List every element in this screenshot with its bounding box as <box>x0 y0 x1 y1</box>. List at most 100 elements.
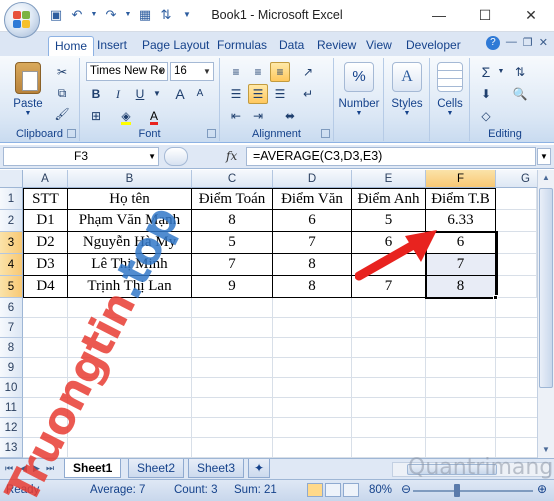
cell-c2[interactable]: 8 <box>192 210 273 232</box>
column-header-g[interactable]: G <box>496 170 537 188</box>
cell-b2[interactable]: Phạm Văn Mạnh <box>68 210 192 232</box>
cell-e3[interactable]: 6 <box>352 232 426 254</box>
underline-dropdown-icon[interactable]: ▼ <box>152 84 162 104</box>
row-header-1[interactable]: 1 <box>0 188 23 210</box>
alignment-launcher-icon[interactable] <box>321 129 330 138</box>
cell-b5[interactable]: Trịnh Thị Lan <box>68 276 192 298</box>
cell-a2[interactable]: D1 <box>23 210 68 232</box>
insert-function-button[interactable]: fx <box>226 149 237 163</box>
select-all-corner[interactable] <box>0 170 23 188</box>
cell-a1[interactable]: STT <box>23 188 68 210</box>
cell-g3[interactable] <box>496 232 537 254</box>
find-select-icon[interactable]: 🔍 <box>510 84 530 104</box>
row-header-5[interactable]: 5 <box>0 276 23 298</box>
cell-f4[interactable]: 7 <box>426 254 496 276</box>
worksheet-grid[interactable]: A B C D E F G 1 2 3 4 5 6 7 8 9 10 11 12… <box>0 170 537 458</box>
number-button[interactable]: % Number ▼ <box>336 62 382 117</box>
zoom-slider[interactable] <box>413 490 533 492</box>
zoom-in-icon[interactable]: ⊕ <box>537 482 547 496</box>
row-header-3[interactable]: 3 <box>0 232 23 254</box>
formula-bar-resize-handle[interactable] <box>164 147 188 166</box>
close-button[interactable]: ✕ <box>508 0 554 30</box>
cell-g2[interactable] <box>496 210 537 232</box>
increase-indent-icon[interactable]: ⇥ <box>248 106 268 126</box>
column-header-b[interactable]: B <box>68 170 192 188</box>
fill-color-icon[interactable]: ◈ <box>116 106 136 126</box>
merge-center-icon[interactable]: ⬌ <box>280 106 300 126</box>
prev-sheet-icon[interactable]: ◀ <box>20 463 27 474</box>
tab-developer[interactable]: Developer <box>400 36 467 56</box>
formula-input[interactable]: =AVERAGE(C3,D3,E3) <box>246 147 536 166</box>
first-sheet-icon[interactable]: ⏮ <box>5 463 13 474</box>
cell-d4[interactable]: 8 <box>273 254 352 276</box>
font-color-button[interactable]: A <box>144 106 164 126</box>
autosum-button[interactable]: Σ <box>476 62 496 82</box>
tab-formulas[interactable]: Formulas <box>211 36 273 56</box>
cell-d1[interactable]: Điểm Văn <box>273 188 352 210</box>
insert-sheet-button[interactable]: ✦ <box>248 459 271 478</box>
paste-button[interactable]: Paste ▼ <box>6 62 50 117</box>
orientation-icon[interactable]: ↗ <box>298 62 318 82</box>
row-header-6[interactable]: 6 <box>0 298 23 318</box>
next-sheet-icon[interactable]: ▶ <box>33 463 40 474</box>
ribbon-minimize-icon[interactable]: — <box>506 36 517 50</box>
row-header-11[interactable]: 11 <box>0 398 23 418</box>
cell-b3[interactable]: Nguyễn Hà My <box>68 232 192 254</box>
row-header-12[interactable]: 12 <box>0 418 23 438</box>
cell-f2[interactable]: 6.33 <box>426 210 496 232</box>
cell-a4[interactable]: D3 <box>23 254 68 276</box>
copy-icon[interactable]: ⧉ <box>52 83 72 103</box>
sheet-tab-sheet1[interactable]: Sheet1 <box>64 459 122 478</box>
help-icon[interactable]: ? <box>485 36 500 50</box>
page-layout-view-button[interactable] <box>325 483 341 497</box>
normal-view-button[interactable] <box>307 483 323 497</box>
cut-icon[interactable]: ✂ <box>52 62 72 82</box>
row-header-4[interactable]: 4 <box>0 254 23 276</box>
cell-f1[interactable]: Điểm T.B <box>426 188 496 210</box>
format-painter-icon[interactable]: 🖌 <box>52 104 72 124</box>
tab-home[interactable]: Home <box>48 36 95 56</box>
shrink-font-button[interactable]: A <box>190 84 210 104</box>
cells-button[interactable]: Cells ▼ <box>432 62 468 117</box>
cell-e2[interactable]: 5 <box>352 210 426 232</box>
borders-icon[interactable]: ⊞ <box>86 106 106 126</box>
column-header-f[interactable]: F <box>426 170 496 188</box>
ribbon-close-icon[interactable]: ✕ <box>539 36 548 50</box>
row-header-9[interactable]: 9 <box>0 358 23 378</box>
align-right-icon[interactable]: ☰ <box>270 84 290 104</box>
decrease-indent-icon[interactable]: ⇤ <box>226 106 246 126</box>
cell-d2[interactable]: 6 <box>273 210 352 232</box>
zoom-level[interactable]: 80% <box>369 484 392 496</box>
align-left-icon[interactable]: ☰ <box>226 84 246 104</box>
bold-button[interactable]: B <box>86 84 106 104</box>
styles-button[interactable]: A Styles ▼ <box>386 62 428 117</box>
column-header-e[interactable]: E <box>352 170 426 188</box>
clipboard-launcher-icon[interactable] <box>67 129 76 138</box>
font-launcher-icon[interactable] <box>207 129 216 138</box>
tab-insert[interactable]: Insert <box>91 36 133 56</box>
scroll-down-icon[interactable]: ▼ <box>538 442 554 458</box>
column-header-a[interactable]: A <box>23 170 68 188</box>
scroll-up-icon[interactable]: ▲ <box>538 170 554 186</box>
autosum-dropdown-icon[interactable]: ▼ <box>496 62 506 82</box>
tab-review[interactable]: Review <box>311 36 362 56</box>
horizontal-scrollbar[interactable] <box>392 462 550 477</box>
zoom-slider-thumb[interactable] <box>454 484 460 497</box>
name-box[interactable]: F3 ▼ <box>3 147 159 166</box>
sheet-tab-sheet3[interactable]: Sheet3 <box>188 459 245 478</box>
maximize-button[interactable]: ☐ <box>462 0 508 30</box>
cell-a5[interactable]: D4 <box>23 276 68 298</box>
expand-formula-bar-icon[interactable]: ▼ <box>537 148 551 165</box>
ribbon-restore-icon[interactable]: ❐ <box>523 36 533 50</box>
cell-f5[interactable]: 8 <box>426 276 496 298</box>
grow-font-button[interactable]: A <box>170 84 190 104</box>
italic-button[interactable]: I <box>108 84 128 104</box>
cell-d5[interactable]: 8 <box>273 276 352 298</box>
fill-handle[interactable] <box>493 295 498 300</box>
row-header-2[interactable]: 2 <box>0 210 23 232</box>
row-header-10[interactable]: 10 <box>0 378 23 398</box>
cell-c5[interactable]: 9 <box>192 276 273 298</box>
cell-e5[interactable]: 7 <box>352 276 426 298</box>
cell-c3[interactable]: 5 <box>192 232 273 254</box>
tab-view[interactable]: View <box>360 36 398 56</box>
